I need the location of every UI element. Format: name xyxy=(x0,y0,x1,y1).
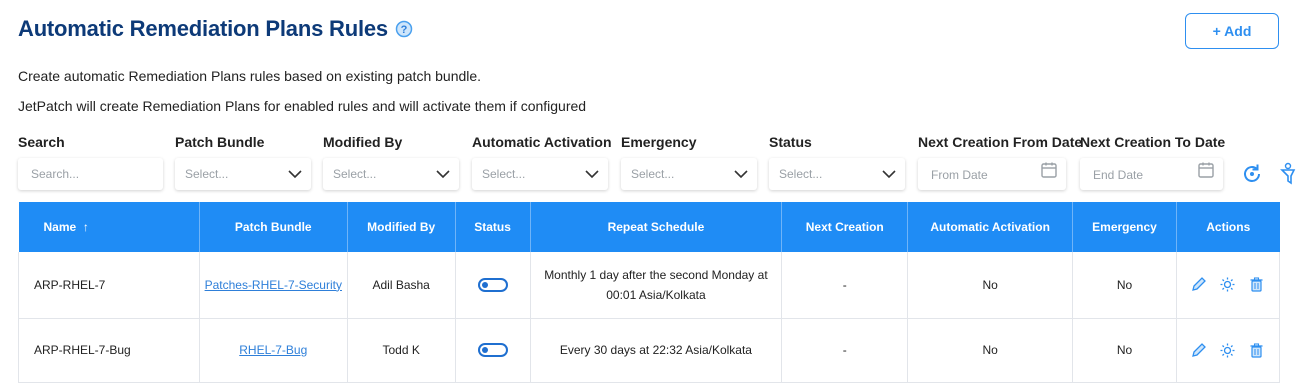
status-select[interactable]: Select... xyxy=(769,158,905,190)
status-toggle[interactable] xyxy=(477,343,508,358)
filter-label: Modified By xyxy=(323,134,403,150)
column-header-repeat-schedule[interactable]: Repeat Schedule xyxy=(530,202,783,252)
chevron-down-icon xyxy=(436,170,450,179)
schedule-line: Every 30 days at 22:32 Asia/Kolkata xyxy=(559,343,752,357)
select-placeholder: Select... xyxy=(482,167,526,181)
automatic-activation-select[interactable]: Select... xyxy=(472,158,608,190)
column-header-automatic-activation[interactable]: Automatic Activation xyxy=(907,202,1074,252)
cell-emergency: No xyxy=(1072,252,1177,319)
rules-table: Name ↑ Patch Bundle Modified By Status R… xyxy=(18,202,1281,383)
calendar-icon[interactable] xyxy=(1197,161,1215,179)
table-row: ARP-RHEL-7-Bug RHEL-7-Bug Todd K Every 3… xyxy=(18,318,1281,383)
run-icon[interactable] xyxy=(1219,276,1236,293)
cell-status xyxy=(455,318,531,383)
column-header-status[interactable]: Status xyxy=(455,202,531,252)
cell-modified-by: Adil Basha xyxy=(347,252,456,319)
delete-icon[interactable] xyxy=(1248,342,1265,359)
filter-patch-bundle: Patch Bundle Select... xyxy=(175,134,311,190)
column-header-modified-by[interactable]: Modified By xyxy=(347,202,456,252)
column-header-next-creation[interactable]: Next Creation xyxy=(781,202,909,252)
column-header-emergency[interactable]: Emergency xyxy=(1072,202,1177,252)
column-header-label: Name xyxy=(43,220,77,234)
filter-label: Next Creation To Date xyxy=(1080,134,1226,150)
filter-modified-by: Modified By Select... xyxy=(323,134,459,190)
status-toggle[interactable] xyxy=(477,278,508,293)
chevron-down-icon xyxy=(585,170,599,179)
filter-from-date: Next Creation From Date From Date xyxy=(918,134,1083,190)
search-input[interactable]: Search... xyxy=(18,158,163,190)
cell-name: ARP-RHEL-7-Bug xyxy=(18,318,200,383)
svg-text:?: ? xyxy=(401,24,408,36)
row-actions xyxy=(1177,342,1279,359)
calendar-icon[interactable] xyxy=(1040,161,1058,179)
table-row: ARP-RHEL-7 Patches-RHEL-7-Security Adil … xyxy=(18,252,1281,319)
select-placeholder: Select... xyxy=(333,167,377,181)
filter-emergency: Emergency Select... xyxy=(621,134,757,190)
to-date-input[interactable]: End Date xyxy=(1080,158,1223,190)
cell-actions xyxy=(1176,252,1281,319)
select-placeholder: Select... xyxy=(185,167,229,181)
sort-ascending-icon: ↑ xyxy=(82,220,89,234)
filter-label: Automatic Activation xyxy=(472,134,612,150)
description-line-2: JetPatch will create Remediation Plans f… xyxy=(18,98,587,114)
cell-repeat-schedule: Monthly 1 day after the second Monday at… xyxy=(530,252,783,319)
patch-bundle-link[interactable]: Patches-RHEL-7-Security xyxy=(205,278,342,292)
schedule-line: Monthly 1 day after the second Monday at xyxy=(544,267,768,282)
filter-label: Status xyxy=(769,134,812,150)
filter-label: Patch Bundle xyxy=(175,134,265,150)
chevron-down-icon xyxy=(734,170,748,179)
cell-next-creation: - xyxy=(781,318,909,383)
select-placeholder: Select... xyxy=(779,167,823,181)
edit-icon[interactable] xyxy=(1190,342,1207,359)
filter-status: Status Select... xyxy=(769,134,905,190)
table-header-row: Name ↑ Patch Bundle Modified By Status R… xyxy=(18,202,1280,252)
cell-repeat-schedule: Every 30 days at 22:32 Asia/Kolkata xyxy=(530,318,783,383)
run-icon[interactable] xyxy=(1219,342,1236,359)
cell-patch-bundle: Patches-RHEL-7-Security xyxy=(199,252,348,319)
edit-icon[interactable] xyxy=(1190,276,1207,293)
toggle-knob xyxy=(481,347,488,354)
search-placeholder: Search... xyxy=(31,167,80,181)
filter-label: Search xyxy=(18,134,65,150)
emergency-select[interactable]: Select... xyxy=(621,158,757,190)
cell-status xyxy=(455,252,531,319)
select-placeholder: Select... xyxy=(631,167,675,181)
patch-bundle-link[interactable]: RHEL-7-Bug xyxy=(239,343,307,357)
page-header: Automatic Remediation Plans Rules ? xyxy=(18,16,413,42)
column-header-actions: Actions xyxy=(1176,202,1280,252)
filter-label: Emergency xyxy=(621,134,697,150)
page-title: Automatic Remediation Plans Rules xyxy=(18,16,388,41)
filter-automatic-activation: Automatic Activation Select... xyxy=(472,134,612,190)
filter-search: Search Search... xyxy=(18,134,163,190)
clear-filters-icon[interactable] xyxy=(1278,162,1298,186)
cell-next-creation: - xyxy=(781,252,909,319)
help-icon[interactable]: ? xyxy=(395,20,413,38)
chevron-down-icon xyxy=(882,170,896,179)
toggle-knob xyxy=(481,282,488,289)
row-actions xyxy=(1177,276,1279,293)
column-header-patch-bundle[interactable]: Patch Bundle xyxy=(199,202,348,252)
filter-label: Next Creation From Date xyxy=(918,134,1083,150)
schedule-line: 00:01 Asia/Kolkata xyxy=(606,287,706,302)
from-date-placeholder: From Date xyxy=(931,168,988,182)
description-line-1: Create automatic Remediation Plans rules… xyxy=(18,68,482,84)
cell-modified-by: Todd K xyxy=(347,318,456,383)
delete-icon[interactable] xyxy=(1248,276,1265,293)
to-date-placeholder: End Date xyxy=(1093,168,1144,182)
column-header-name[interactable]: Name ↑ xyxy=(18,202,200,252)
filter-to-date: Next Creation To Date End Date xyxy=(1080,134,1226,190)
cell-actions xyxy=(1176,318,1281,383)
from-date-input[interactable]: From Date xyxy=(918,158,1066,190)
modified-by-select[interactable]: Select... xyxy=(323,158,459,190)
cell-automatic-activation: No xyxy=(907,252,1074,319)
refresh-icon[interactable] xyxy=(1240,162,1264,186)
cell-automatic-activation: No xyxy=(907,318,1074,383)
cell-name: ARP-RHEL-7 xyxy=(18,252,200,319)
cell-patch-bundle: RHEL-7-Bug xyxy=(199,318,348,383)
patch-bundle-select[interactable]: Select... xyxy=(175,158,311,190)
add-button[interactable]: + Add xyxy=(1185,13,1279,49)
cell-emergency: No xyxy=(1072,318,1177,383)
chevron-down-icon xyxy=(288,170,302,179)
